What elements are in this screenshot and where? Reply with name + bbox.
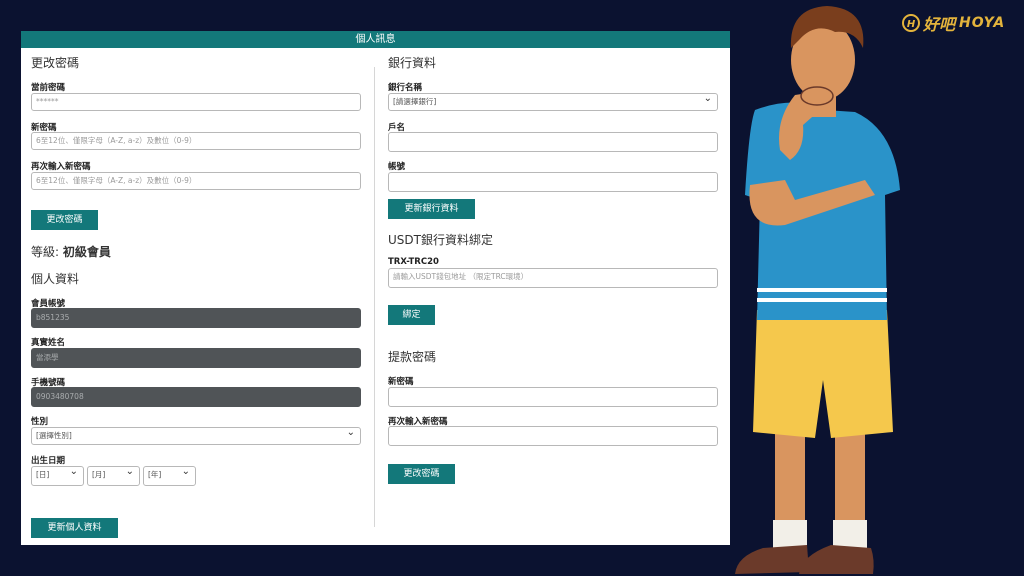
- column-divider: [374, 67, 375, 527]
- real-name-field: 當添學: [31, 348, 361, 368]
- trc20-input[interactable]: 請輸入USDT錢包地址 （限定TRC環境）: [388, 268, 718, 288]
- level-value: 初級會員: [62, 245, 111, 259]
- withdraw-change-password-button[interactable]: 更改密碼: [388, 464, 455, 484]
- brand-logo: H 好吧 HOYA: [902, 10, 1005, 36]
- bind-button[interactable]: 綁定: [388, 305, 435, 325]
- new-password-input[interactable]: 6至12位、僅限字母（A-Z, a-z）及數位（0-9）: [31, 132, 361, 150]
- trc20-label: TRX-TRC20: [388, 257, 439, 267]
- member-level: 等級: 初級會員: [31, 243, 111, 260]
- confirm-password-label: 再次輸入新密碼: [31, 162, 91, 172]
- usdt-title: USDT銀行資料綁定: [388, 233, 493, 247]
- birth-day-select[interactable]: [日]: [31, 466, 84, 486]
- phone-field: 0903480708: [31, 387, 361, 407]
- level-prefix: 等級:: [31, 245, 63, 259]
- bank-account-label: 帳號: [388, 162, 406, 172]
- thinking-person-illustration: [735, 6, 900, 574]
- bank-name-select[interactable]: [請選擇銀行]: [388, 93, 718, 111]
- bank-account-input[interactable]: [388, 172, 718, 192]
- account-holder-input[interactable]: [388, 132, 718, 152]
- withdraw-password-title: 提款密碼: [388, 350, 437, 364]
- gender-select[interactable]: [選擇性別]: [31, 427, 361, 445]
- update-personal-button[interactable]: 更新個人資料: [31, 518, 118, 538]
- birth-month-select[interactable]: [月]: [87, 466, 140, 486]
- member-account-field: b851235: [31, 308, 361, 328]
- update-bank-button[interactable]: 更新銀行資料: [388, 199, 475, 219]
- withdraw-new-password-input[interactable]: [388, 387, 718, 407]
- profile-panel: 個人訊息 更改密碼 當前密碼 ****** 新密碼 6至12位、僅限字母（A-Z…: [21, 31, 730, 545]
- birthday-label: 出生日期: [31, 456, 66, 466]
- bank-name-label: 銀行名稱: [388, 83, 423, 93]
- withdraw-new-password-label: 新密碼: [388, 377, 414, 387]
- current-password-input[interactable]: ******: [31, 93, 361, 111]
- current-password-label: 當前密碼: [31, 83, 66, 93]
- change-password-button[interactable]: 更改密碼: [31, 210, 98, 230]
- withdraw-confirm-password-input[interactable]: [388, 426, 718, 446]
- logo-text-en: HOYA: [959, 15, 1006, 31]
- confirm-password-input[interactable]: 6至12位、僅限字母（A-Z, a-z）及數位（0-9）: [31, 172, 361, 190]
- birth-year-select[interactable]: [年]: [143, 466, 196, 486]
- bank-info-title: 銀行資料: [388, 56, 437, 70]
- logo-text-cn: 好吧: [923, 15, 956, 34]
- panel-title: 個人訊息: [21, 31, 730, 48]
- personal-info-title: 個人資料: [31, 272, 80, 286]
- change-password-title: 更改密碼: [31, 56, 80, 70]
- gender-label: 性別: [31, 417, 49, 427]
- real-name-label: 真實姓名: [31, 338, 66, 348]
